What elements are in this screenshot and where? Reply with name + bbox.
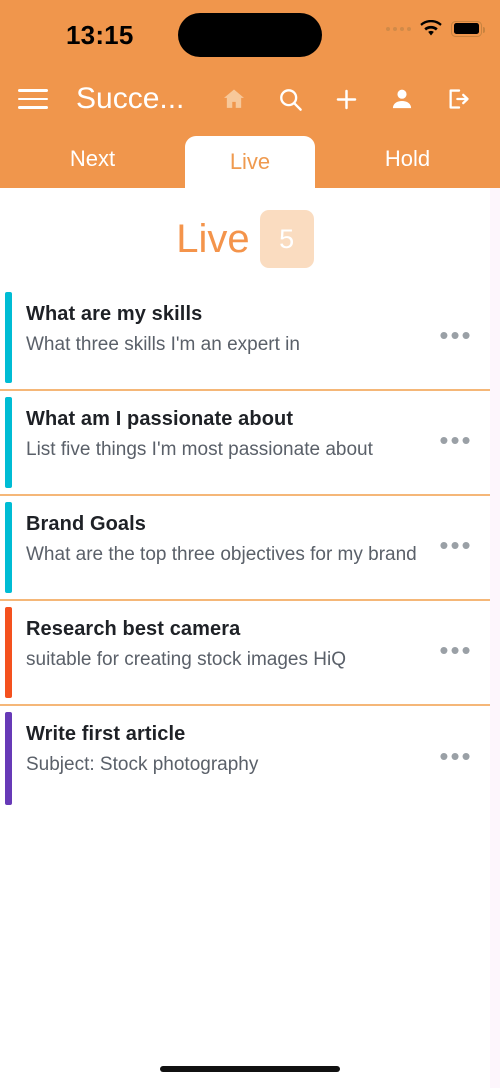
item-color-bar	[5, 292, 12, 383]
app-bar: Succe...	[0, 68, 500, 130]
list-item-body: What am I passionate about List five thi…	[26, 405, 436, 465]
list-item-body: Research best camera suitable for creati…	[26, 615, 436, 675]
overflow-menu-icon[interactable]: •••	[436, 532, 476, 564]
list-item[interactable]: Write first article Subject: Stock photo…	[0, 706, 490, 811]
list-item-subtitle: Subject: Stock photography	[26, 754, 259, 775]
list-item-title: What are my skills	[26, 303, 203, 325]
item-color-bar	[5, 502, 12, 593]
home-indicator[interactable]	[160, 1066, 340, 1072]
list-item-body: Brand Goals What are the top three objec…	[26, 510, 436, 570]
overflow-menu-icon[interactable]: •••	[436, 322, 476, 354]
list-item[interactable]: Brand Goals What are the top three objec…	[0, 496, 490, 601]
list-item-title: Brand Goals	[26, 513, 147, 535]
status-bar-indicators	[386, 20, 486, 37]
list-item-subtitle: suitable for creating stock images HiQ	[26, 649, 346, 670]
person-icon[interactable]	[374, 86, 430, 112]
list-item-body: What are my skills What three skills I'm…	[26, 300, 436, 360]
list-item[interactable]: Research best camera suitable for creati…	[0, 601, 490, 706]
page-header: Live 5	[0, 188, 490, 286]
home-icon[interactable]	[206, 86, 262, 112]
item-color-bar	[5, 397, 12, 488]
tab-next[interactable]: Next	[0, 130, 185, 188]
list-item-title: Research best camera	[26, 618, 241, 640]
list-item-body: Write first article Subject: Stock photo…	[26, 720, 436, 780]
battery-icon	[451, 20, 486, 37]
logout-icon[interactable]	[430, 86, 486, 112]
task-list: What are my skills What three skills I'm…	[0, 286, 490, 811]
page-title: Live	[176, 216, 250, 261]
overflow-menu-icon[interactable]: •••	[436, 743, 476, 775]
list-item[interactable]: What am I passionate about List five thi…	[0, 391, 490, 496]
content-panel: Live 5 What are my skills What three ski…	[0, 188, 490, 1088]
plus-icon[interactable]	[318, 86, 374, 113]
list-item-subtitle: What three skills I'm an expert in	[26, 334, 300, 355]
list-item-subtitle: What are the top three objectives for my…	[26, 544, 417, 565]
tab-hold[interactable]: Hold	[315, 130, 500, 188]
tab-bar: Next Live Hold	[0, 130, 500, 188]
signal-dots-icon	[386, 26, 411, 31]
overflow-menu-icon[interactable]: •••	[436, 637, 476, 669]
list-item-subtitle: List five things I'm most passionate abo…	[26, 439, 373, 460]
list-item[interactable]: What are my skills What three skills I'm…	[0, 286, 490, 391]
search-icon[interactable]	[262, 86, 318, 113]
list-item-title: What am I passionate about	[26, 408, 294, 430]
item-color-bar	[5, 607, 12, 698]
status-bar-time: 13:15	[66, 20, 134, 50]
hamburger-menu-icon[interactable]	[18, 89, 48, 109]
status-bar: 13:15	[0, 0, 500, 68]
list-item-title: Write first article	[26, 723, 186, 745]
tab-live[interactable]: Live	[185, 136, 315, 188]
wifi-icon	[420, 20, 442, 37]
phone-screen: 13:15 Succe... Next Live Hold Live 5 Wha…	[0, 0, 500, 1088]
app-bar-actions	[206, 86, 486, 113]
app-title: Succe...	[76, 82, 185, 115]
item-color-bar	[5, 712, 12, 805]
dynamic-island	[178, 13, 322, 57]
status-badge: 5	[259, 210, 314, 268]
overflow-menu-icon[interactable]: •••	[436, 427, 476, 459]
